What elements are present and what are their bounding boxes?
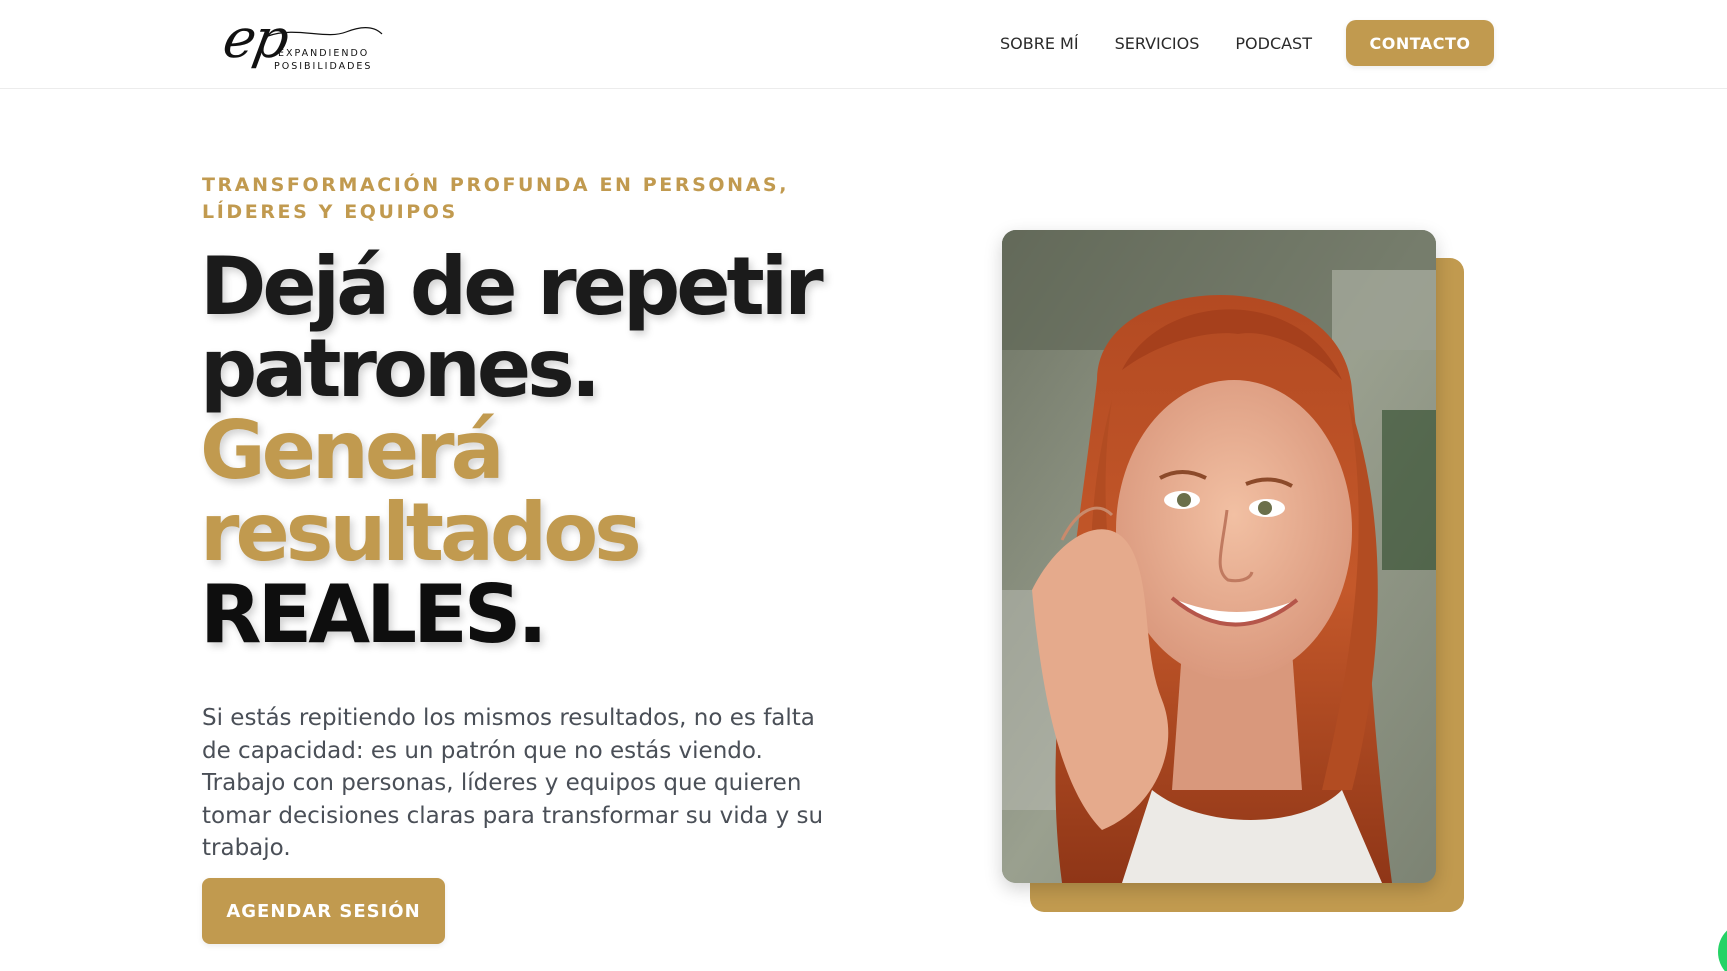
headline-line-3: Generá [200,404,505,497]
hero-headline: Dejá de repetir patrones. Generá resulta… [200,246,920,656]
nav-item-servicios[interactable]: SERVICIOS [1115,34,1200,53]
logo-line-1: EXPANDIENDO [278,48,370,59]
main-nav: SOBRE MÍ SERVICIOS PODCAST [1000,20,1348,66]
portrait-photo [1002,230,1436,883]
logo-swoosh-icon [267,26,383,37]
contact-button[interactable]: CONTACTO [1346,20,1494,66]
site-header: ep EXPANDIENDO POSIBILIDADES SOBRE MÍ SE… [0,0,1727,89]
hero-eyebrow: TRANSFORMACIÓN PROFUNDA EN PERSONAS, LÍD… [202,174,790,223]
nav-item-sobre-mi[interactable]: SOBRE MÍ [1000,34,1079,53]
hero-lead-paragraph: Si estás repitiendo los mismos resultado… [202,705,824,861]
logo-line-2: POSIBILIDADES [274,61,373,72]
nav-item-podcast[interactable]: PODCAST [1235,34,1312,53]
portrait-illustration [1002,230,1436,883]
headline-line-2: patrones. [200,322,601,415]
portrait-frame [1002,230,1464,913]
brand-logo[interactable]: ep EXPANDIENDO POSIBILIDADES [219,7,384,78]
book-session-button[interactable]: AGENDAR SESIÓN [202,878,445,944]
whatsapp-icon[interactable] [1718,922,1727,971]
headline-line-4: resultados [200,486,642,579]
headline-line-5: REALES. [200,568,548,661]
headline-line-1: Dejá de repetir [200,240,824,333]
